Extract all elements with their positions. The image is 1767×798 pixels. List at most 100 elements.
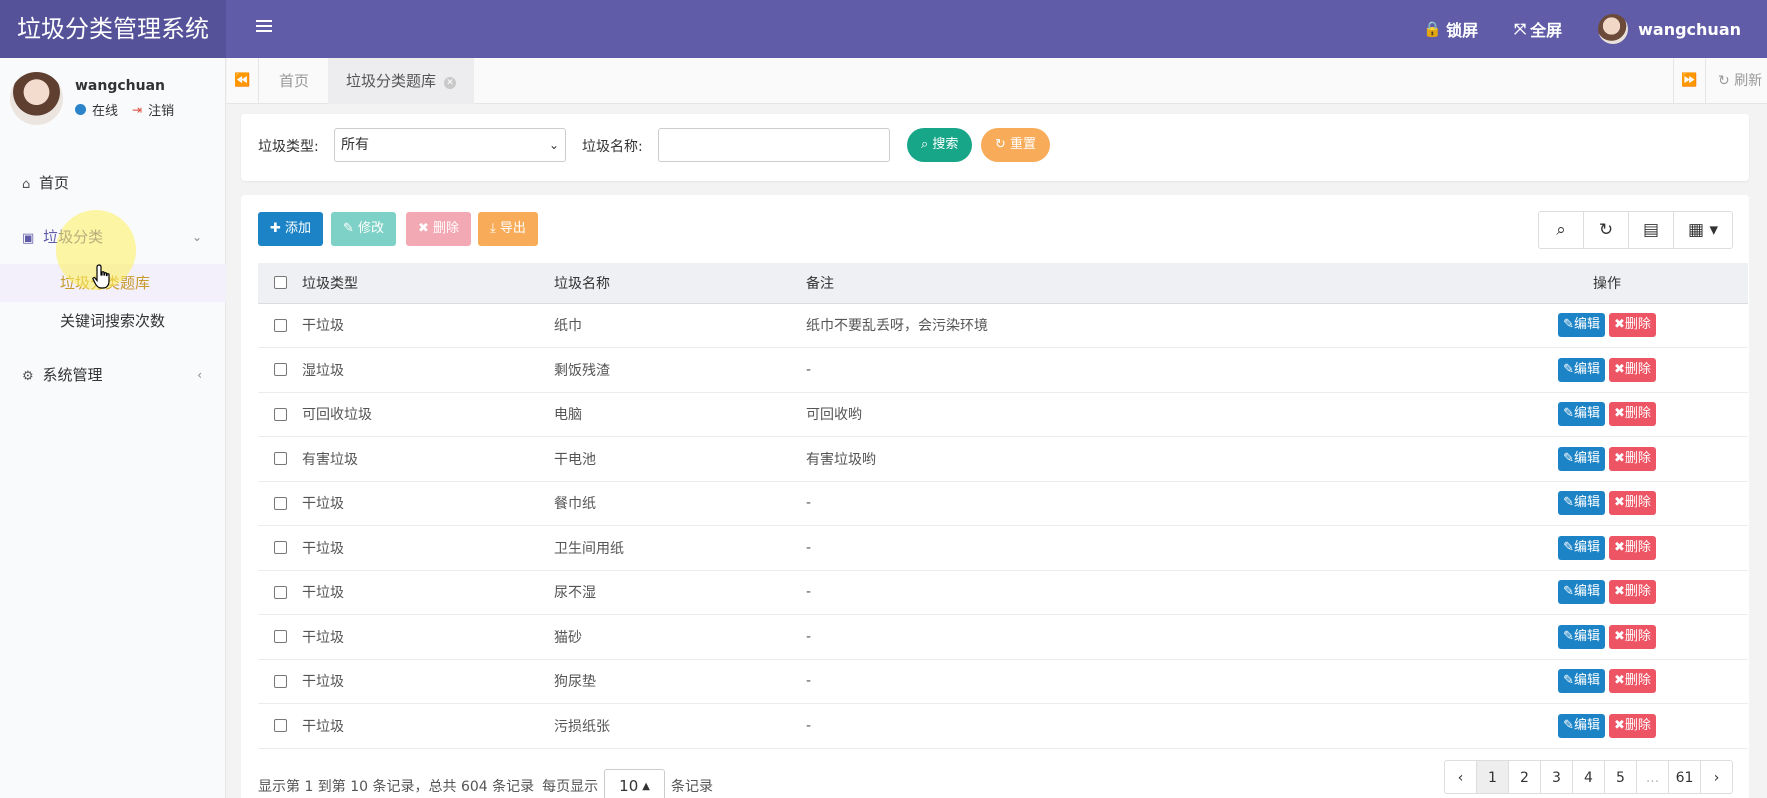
row-delete-button[interactable]: ✖删除 bbox=[1609, 580, 1656, 605]
avatar bbox=[10, 72, 63, 125]
tab-home[interactable]: 首页 bbox=[259, 58, 331, 104]
add-button[interactable]: ✚ 添加 bbox=[258, 212, 324, 246]
menu-toggle-icon[interactable] bbox=[254, 17, 274, 39]
row-checkbox[interactable] bbox=[273, 674, 287, 688]
table-panel: ✚ 添加 ✎ 修改 ✖ 删除 ⤓ 导出 ⌕ ↻ ▤ ▦ ▾ 垃圾类型 垃圾名称 … bbox=[241, 195, 1749, 798]
page-button-4[interactable]: 4 bbox=[1572, 760, 1605, 794]
page-prev-button[interactable]: ‹ bbox=[1444, 760, 1477, 794]
lock-icon: 🔒 bbox=[1423, 20, 1443, 38]
page-button-5[interactable]: 5 bbox=[1604, 760, 1637, 794]
row-checkbox[interactable] bbox=[273, 407, 287, 421]
table-row: 干垃圾 餐巾纸 - ✎编辑 ✖删除 bbox=[258, 481, 1748, 526]
edit-icon: ✎ bbox=[1563, 628, 1574, 644]
row-checkbox[interactable] bbox=[273, 719, 287, 733]
refresh-tab-button[interactable]: ↻ 刷新 bbox=[1705, 58, 1767, 104]
row-delete-button[interactable]: ✖删除 bbox=[1609, 713, 1656, 738]
page-next-button[interactable]: › bbox=[1700, 760, 1733, 794]
select-all-checkbox[interactable] bbox=[273, 276, 287, 290]
cell-name: 尿不湿 bbox=[554, 570, 806, 615]
export-button[interactable]: ⤓ 导出 bbox=[478, 212, 538, 246]
row-delete-button[interactable]: ✖删除 bbox=[1609, 491, 1656, 516]
row-edit-button[interactable]: ✎编辑 bbox=[1558, 580, 1605, 605]
pagination-summary: 显示第 1 到第 10 条记录，总共 604 条记录 bbox=[258, 779, 535, 795]
sidebar-item-system-management[interactable]: ⚙ 系统管理 ‹ bbox=[0, 348, 226, 402]
column-header-name[interactable]: 垃圾名称 bbox=[554, 263, 806, 304]
page-size-select[interactable]: 10 ▲ bbox=[604, 769, 665, 798]
row-checkbox[interactable] bbox=[273, 496, 287, 510]
per-page-suffix: 条记录 bbox=[670, 779, 713, 795]
sidebar-subitem-keyword-search-count[interactable]: 关键词搜索次数 bbox=[0, 302, 226, 340]
cell-type: 有害垃圾 bbox=[302, 436, 554, 482]
search-button[interactable]: ⌕ 搜索 bbox=[907, 128, 973, 162]
row-edit-button[interactable]: ✎编辑 bbox=[1558, 313, 1605, 338]
archive-icon: ▣ bbox=[22, 231, 35, 246]
row-edit-button[interactable]: ✎编辑 bbox=[1558, 535, 1605, 560]
row-delete-button[interactable]: ✖删除 bbox=[1609, 624, 1656, 649]
delete-button[interactable]: ✖ 删除 bbox=[406, 212, 472, 246]
row-edit-label: 编辑 bbox=[1573, 450, 1600, 466]
row-delete-button[interactable]: ✖删除 bbox=[1609, 535, 1656, 560]
row-checkbox[interactable] bbox=[273, 363, 287, 377]
row-delete-button[interactable]: ✖删除 bbox=[1609, 669, 1656, 694]
delete-button-label: 删除 bbox=[433, 221, 460, 236]
logout-link[interactable]: 注销 bbox=[148, 100, 174, 119]
column-header-type[interactable]: 垃圾类型 bbox=[302, 263, 554, 304]
row-edit-button[interactable]: ✎编辑 bbox=[1558, 491, 1605, 516]
row-checkbox[interactable] bbox=[273, 452, 287, 466]
column-header-note[interactable]: 备注 bbox=[806, 263, 1466, 304]
garbage-type-select[interactable]: 所有 ⌄ bbox=[334, 128, 566, 162]
row-edit-button[interactable]: ✎编辑 bbox=[1558, 446, 1605, 471]
row-checkbox[interactable] bbox=[273, 630, 287, 644]
row-edit-button[interactable]: ✎编辑 bbox=[1558, 713, 1605, 738]
page-button-3[interactable]: 3 bbox=[1540, 760, 1573, 794]
cell-type: 干垃圾 bbox=[302, 481, 554, 526]
sidebar-item-label: 首页 bbox=[39, 174, 70, 192]
row-checkbox[interactable] bbox=[273, 541, 287, 555]
row-edit-button[interactable]: ✎编辑 bbox=[1558, 402, 1605, 427]
search-icon: ⌕ bbox=[921, 137, 929, 152]
user-menu[interactable]: wangchuan bbox=[1580, 0, 1759, 58]
close-icon[interactable]: ✕ bbox=[444, 77, 457, 89]
row-checkbox[interactable] bbox=[273, 318, 287, 332]
row-edit-button[interactable]: ✎编辑 bbox=[1558, 357, 1605, 382]
cell-note: - bbox=[806, 570, 1466, 615]
row-checkbox[interactable] bbox=[273, 585, 287, 599]
table-toggle-view-icon[interactable]: ▤ bbox=[1629, 212, 1674, 248]
cell-name: 电脑 bbox=[554, 392, 806, 437]
close-icon: ✖ bbox=[1614, 317, 1625, 333]
fullscreen-button[interactable]: ⤧ 全屏 bbox=[1496, 0, 1580, 58]
row-edit-label: 编辑 bbox=[1573, 406, 1600, 422]
edit-icon: ✎ bbox=[1563, 539, 1574, 555]
row-delete-label: 删除 bbox=[1624, 717, 1651, 733]
row-delete-button[interactable]: ✖删除 bbox=[1609, 402, 1656, 427]
sidebar-item-garbage-classification[interactable]: ▣ 垃圾分类 ⌄ bbox=[0, 210, 226, 264]
row-edit-button[interactable]: ✎编辑 bbox=[1558, 624, 1605, 649]
cell-name: 餐巾纸 bbox=[554, 481, 806, 526]
tab-bar: ⏪ 首页 垃圾分类题库 ✕ ⏩ ↻ 刷新 bbox=[227, 58, 1767, 104]
table-columns-icon[interactable]: ▦ ▾ bbox=[1674, 212, 1732, 248]
page-button-2[interactable]: 2 bbox=[1508, 760, 1541, 794]
edit-button[interactable]: ✎ 修改 bbox=[331, 212, 397, 246]
garbage-name-input[interactable] bbox=[658, 128, 890, 162]
reset-button[interactable]: ↻ 重置 bbox=[981, 128, 1051, 162]
row-delete-button[interactable]: ✖删除 bbox=[1609, 357, 1656, 382]
close-icon: ✖ bbox=[1614, 495, 1625, 511]
tabs-scroll-left-icon[interactable]: ⏪ bbox=[227, 58, 259, 104]
row-delete-button[interactable]: ✖删除 bbox=[1609, 313, 1656, 338]
tab-question-bank[interactable]: 垃圾分类题库 ✕ bbox=[328, 58, 475, 104]
lock-screen-button[interactable]: 🔒 锁屏 bbox=[1405, 0, 1496, 58]
page-button-1[interactable]: 1 bbox=[1476, 760, 1509, 794]
cell-operations: ✎编辑 ✖删除 bbox=[1466, 481, 1748, 526]
page-button-last[interactable]: 61 bbox=[1668, 760, 1701, 794]
row-edit-button[interactable]: ✎编辑 bbox=[1558, 669, 1605, 694]
logout-icon[interactable]: ⇥ bbox=[132, 103, 142, 117]
tabs-scroll-right-icon[interactable]: ⏩ bbox=[1673, 58, 1705, 104]
close-icon: ✖ bbox=[1614, 539, 1625, 555]
cell-operations: ✎编辑 ✖删除 bbox=[1466, 703, 1748, 749]
table-refresh-icon[interactable]: ↻ bbox=[1584, 212, 1629, 248]
tab-label: 垃圾分类题库 bbox=[346, 72, 437, 90]
table-search-icon[interactable]: ⌕ bbox=[1539, 212, 1584, 248]
sidebar-item-home[interactable]: ⌂ 首页 bbox=[0, 156, 226, 210]
row-delete-button[interactable]: ✖删除 bbox=[1609, 446, 1656, 471]
sidebar-subitem-question-bank[interactable]: 垃圾分类题库 bbox=[0, 264, 226, 302]
